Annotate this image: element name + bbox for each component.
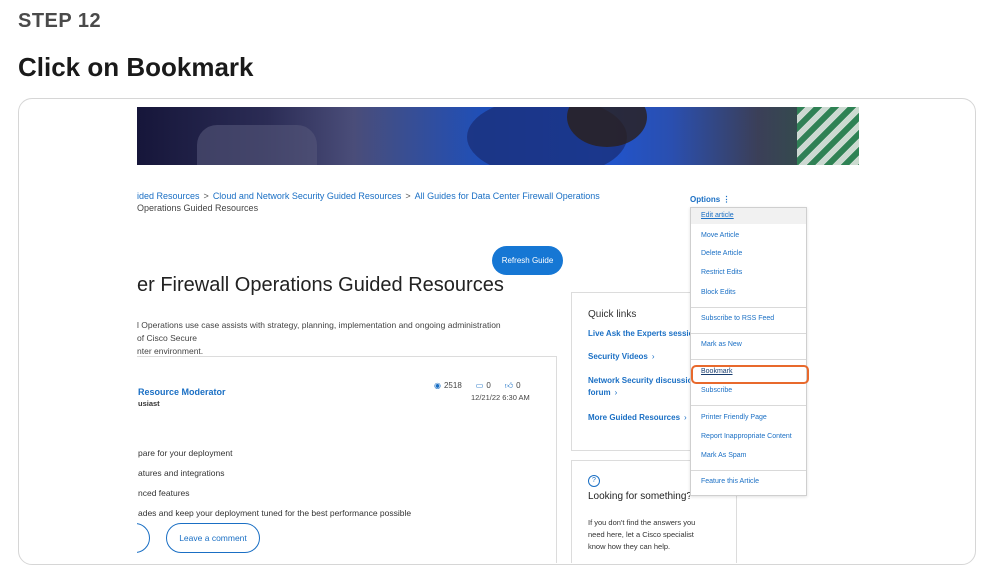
breadcrumb: ided Resources > Cloud and Network Securit… bbox=[137, 191, 600, 201]
eye-icon: ◉ bbox=[434, 381, 441, 390]
screenshot-frame: ided Resources > Cloud and Network Securit… bbox=[18, 98, 976, 565]
breadcrumb-separator: > bbox=[203, 191, 209, 201]
article-page: ided Resources > Cloud and Network Securit… bbox=[137, 107, 859, 563]
list-item: pare for your deployment bbox=[138, 448, 233, 458]
page-title: er Firewall Operations Guided Resources bbox=[137, 274, 504, 296]
leave-comment-button[interactable]: Leave a comment bbox=[166, 523, 260, 553]
hero-banner-image bbox=[137, 107, 859, 165]
quick-link-ask-experts[interactable]: Live Ask the Experts sessio bbox=[588, 329, 694, 338]
description-line: l Operations use case assists with strat… bbox=[137, 320, 501, 343]
menu-divider bbox=[691, 405, 806, 406]
menu-divider bbox=[691, 333, 806, 334]
menu-item-move-article[interactable]: Move Article bbox=[701, 232, 739, 239]
looking-text: If you don't find the answers you need h… bbox=[588, 518, 696, 551]
bookmark-highlight-box bbox=[691, 365, 809, 384]
menu-item-restrict-edits[interactable]: Restrict Edits bbox=[701, 269, 742, 276]
post-stats: ◉ 2518 ▭ 0 👍︎ 0 bbox=[434, 381, 521, 391]
list-item: atures and integrations bbox=[138, 468, 225, 478]
menu-item-printer-friendly[interactable]: Printer Friendly Page bbox=[701, 414, 767, 421]
menu-item-subscribe-rss[interactable]: Subscribe to RSS Feed bbox=[701, 315, 774, 322]
menu-divider bbox=[691, 359, 806, 360]
looking-title: Looking for something? bbox=[588, 491, 692, 502]
author-rank: usiast bbox=[138, 399, 160, 408]
breadcrumb-separator: > bbox=[405, 191, 411, 201]
kebab-icon: ⋮ bbox=[722, 195, 731, 204]
list-item: nced features bbox=[138, 488, 190, 498]
quick-link-forum[interactable]: forum › bbox=[588, 388, 617, 397]
views-stat: ◉ 2518 bbox=[434, 381, 462, 390]
step-title: Click on Bookmark bbox=[18, 52, 254, 82]
breadcrumb-item[interactable]: Cloud and Network Security Guided Resour… bbox=[213, 191, 402, 201]
partial-button[interactable]: il bbox=[137, 523, 150, 553]
menu-divider bbox=[691, 470, 806, 471]
menu-item-mark-as-spam[interactable]: Mark As Spam bbox=[701, 452, 747, 459]
chevron-right-icon: › bbox=[651, 352, 655, 361]
chevron-right-icon: › bbox=[684, 413, 687, 422]
menu-item-mark-as-new[interactable]: Mark as New bbox=[701, 341, 742, 348]
menu-item-edit-article[interactable]: Edit article bbox=[701, 212, 734, 219]
quick-link-security-videos[interactable]: Security Videos › bbox=[588, 352, 655, 361]
menu-divider bbox=[691, 307, 806, 308]
breadcrumb-item[interactable]: All Guides for Data Center Firewall Oper… bbox=[415, 191, 600, 201]
post-bullets: pare for your deployment atures and inte… bbox=[138, 443, 411, 523]
breadcrumb-item[interactable]: ided Resources bbox=[137, 191, 200, 201]
post-card: Resource Moderator usiast ◉ 2518 ▭ 0 👍︎ 0 1… bbox=[137, 356, 557, 563]
author-name[interactable]: Resource Moderator bbox=[138, 387, 226, 397]
post-date: 12/21/22 6:30 AM bbox=[471, 393, 530, 402]
menu-item-subscribe[interactable]: Subscribe bbox=[701, 387, 732, 394]
list-item: ades and keep your deployment tuned for … bbox=[138, 508, 412, 518]
quick-links-title: Quick links bbox=[588, 309, 637, 320]
quick-link-more-guided[interactable]: More Guided Resources › bbox=[588, 413, 687, 422]
comment-icon: ▭ bbox=[475, 381, 484, 390]
likes-stat[interactable]: 👍︎ 0 bbox=[505, 381, 521, 391]
step-label: STEP 12 bbox=[18, 10, 102, 32]
menu-item-block-edits[interactable]: Block Edits bbox=[701, 289, 736, 296]
question-icon: ? bbox=[588, 475, 600, 487]
quick-link-network-security[interactable]: Network Security discussio bbox=[588, 376, 692, 385]
menu-item-delete-article[interactable]: Delete Article bbox=[701, 250, 742, 257]
options-menu-trigger[interactable]: Options ⋮ bbox=[690, 195, 730, 204]
comments-stat[interactable]: ▭ 0 bbox=[476, 381, 491, 391]
thumbs-up-icon: 👍︎ bbox=[504, 381, 514, 390]
menu-item-feature-article[interactable]: Feature this Article bbox=[701, 478, 759, 485]
chevron-right-icon: › bbox=[614, 388, 618, 397]
menu-item-report-content[interactable]: Report Inappropriate Content bbox=[701, 433, 792, 440]
page-description: l Operations use case assists with strat… bbox=[137, 319, 502, 358]
breadcrumb-current: Operations Guided Resources bbox=[137, 203, 259, 213]
options-dropdown-menu: Edit article Move Article Delete Article… bbox=[690, 207, 807, 496]
refresh-guide-button[interactable]: Refresh Guide bbox=[492, 246, 563, 275]
